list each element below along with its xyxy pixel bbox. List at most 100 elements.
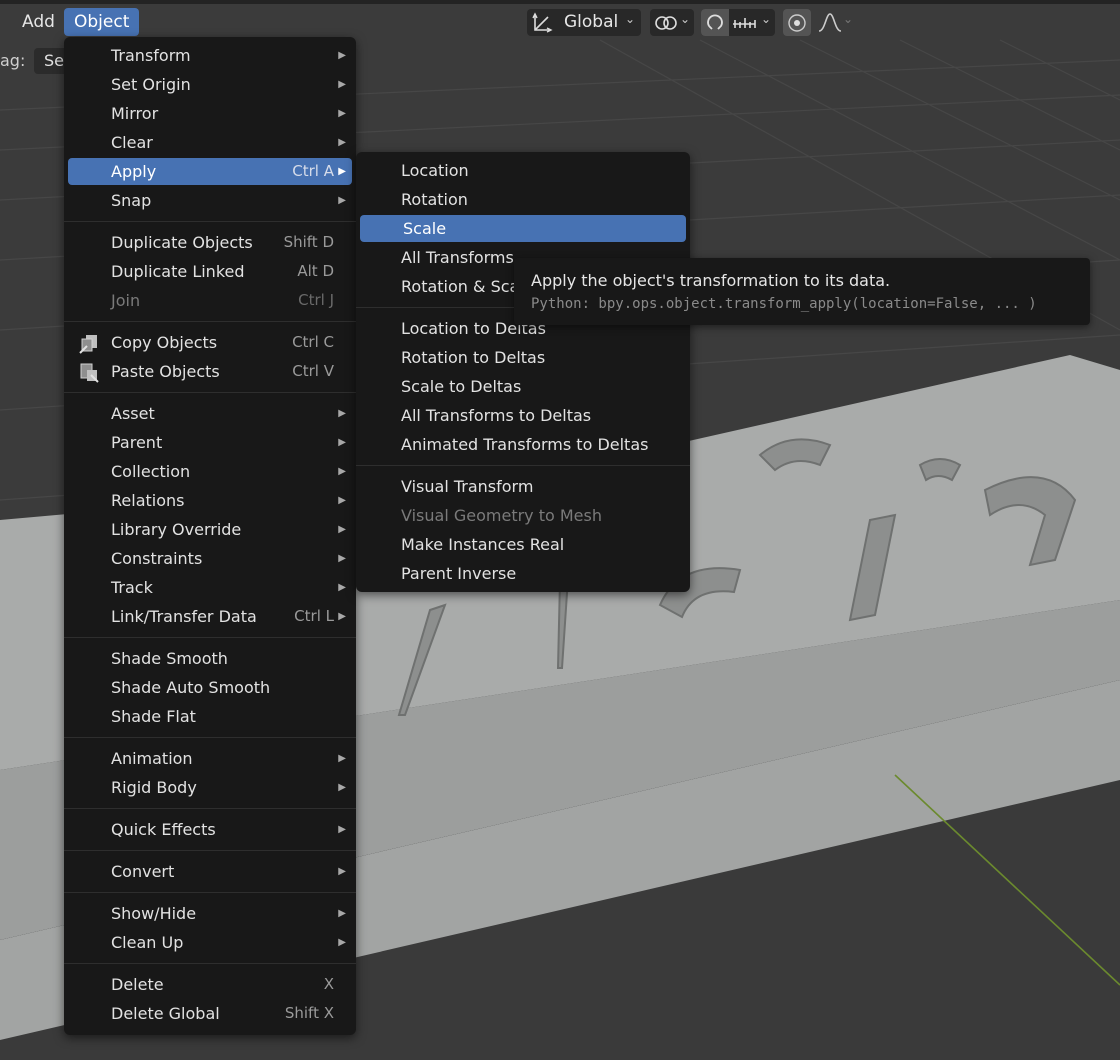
menu-separator	[64, 808, 356, 809]
submenu-arrow-icon: ▶	[338, 195, 346, 206]
menu-item-constraints[interactable]: Constraints ▶	[64, 544, 356, 573]
shortcut-label: Ctrl V	[292, 362, 334, 380]
menu-item-label: All Transforms	[401, 248, 514, 267]
menu-item-label: Rotation to Deltas	[401, 348, 546, 367]
menu-item-duplicate-objects[interactable]: Duplicate Objects Shift D	[64, 228, 356, 257]
apply-item-scale[interactable]: Scale	[360, 215, 686, 242]
snap-toggle[interactable]	[701, 9, 729, 36]
menu-item-label: Apply	[111, 162, 157, 181]
falloff-curve-icon[interactable]	[817, 11, 843, 35]
menu-add[interactable]: Add	[22, 8, 55, 36]
menu-item-label: Duplicate Objects	[111, 233, 253, 252]
menu-item-shade-auto-smooth[interactable]: Shade Auto Smooth	[64, 673, 356, 702]
tooltip: Apply the object's transformation to its…	[514, 258, 1090, 325]
chevron-down-icon: ⌄	[843, 12, 854, 26]
tooltip-description: Apply the object's transformation to its…	[531, 271, 891, 290]
menu-item-label: Visual Transform	[401, 477, 534, 496]
snap-increment-icon[interactable]	[731, 12, 757, 34]
apply-item-location[interactable]: Location	[356, 156, 690, 185]
menu-item-convert[interactable]: Convert ▶	[64, 857, 356, 886]
menu-item-label: Show/Hide	[111, 904, 197, 923]
menu-item-relations[interactable]: Relations ▶	[64, 486, 356, 515]
chevron-down-icon: ⌄	[761, 12, 772, 26]
select-mode-label: Se	[44, 51, 64, 70]
menu-item-label: Track	[111, 578, 153, 597]
menu-item-apply[interactable]: Apply Ctrl A ▶	[68, 158, 352, 185]
menu-item-label: Location	[401, 161, 469, 180]
menu-item-clean-up[interactable]: Clean Up ▶	[64, 928, 356, 957]
submenu-arrow-icon: ▶	[338, 866, 346, 877]
menu-item-label: All Transforms to Deltas	[401, 406, 592, 425]
shortcut-label: Ctrl C	[292, 333, 334, 351]
apply-item-parent-inverse[interactable]: Parent Inverse	[356, 559, 690, 588]
menu-separator	[64, 392, 356, 393]
menu-item-mirror[interactable]: Mirror ▶	[64, 99, 356, 128]
submenu-arrow-icon: ▶	[338, 582, 346, 593]
menu-item-set-origin[interactable]: Set Origin ▶	[64, 70, 356, 99]
menu-item-transform[interactable]: Transform ▶	[64, 41, 356, 70]
menu-item-label: Scale	[403, 219, 447, 238]
menu-item-label: Parent	[111, 433, 163, 452]
menu-item-clear[interactable]: Clear ▶	[64, 128, 356, 157]
shortcut-label: Ctrl A	[292, 162, 334, 180]
shortcut-label: Shift D	[283, 233, 334, 251]
shortcut-label: X	[323, 975, 334, 993]
menu-separator	[64, 737, 356, 738]
menu-item-label: Parent Inverse	[401, 564, 517, 583]
apply-item-all-transforms-to-deltas[interactable]: All Transforms to Deltas	[356, 401, 690, 430]
menu-item-quick-effects[interactable]: Quick Effects ▶	[64, 815, 356, 844]
menu-item-shade-flat[interactable]: Shade Flat	[64, 702, 356, 731]
apply-item-visual-transform[interactable]: Visual Transform	[356, 472, 690, 501]
menu-object[interactable]: Object	[64, 8, 140, 36]
submenu-arrow-icon: ▶	[338, 553, 346, 564]
menu-item-collection[interactable]: Collection ▶	[64, 457, 356, 486]
proportional-edit-toggle[interactable]	[783, 9, 811, 36]
menu-item-library-override[interactable]: Library Override ▶	[64, 515, 356, 544]
submenu-arrow-icon: ▶	[338, 79, 346, 90]
menu-item-label: Shade Auto Smooth	[111, 678, 271, 697]
submenu-arrow-icon: ▶	[338, 408, 346, 419]
menu-item-delete-global[interactable]: Delete Global Shift X	[64, 999, 356, 1028]
submenu-arrow-icon: ▶	[338, 824, 346, 835]
apply-item-animated-transforms-to-deltas[interactable]: Animated Transforms to Deltas	[356, 430, 690, 459]
chevron-down-icon: ⌄	[680, 12, 691, 26]
menu-item-label: Scale to Deltas	[401, 377, 522, 396]
select-mode-dropdown[interactable]: Se	[34, 48, 68, 74]
menu-item-label: Delete Global	[111, 1004, 220, 1023]
menu-item-animation[interactable]: Animation ▶	[64, 744, 356, 773]
menu-item-shade-smooth[interactable]: Shade Smooth	[64, 644, 356, 673]
menu-item-snap[interactable]: Snap ▶	[64, 186, 356, 215]
menu-item-parent[interactable]: Parent ▶	[64, 428, 356, 457]
apply-item-rotation-to-deltas[interactable]: Rotation to Deltas	[356, 343, 690, 372]
menu-separator	[64, 892, 356, 893]
menu-item-label: Rotation	[401, 190, 468, 209]
apply-submenu: Location Rotation Scale All Transforms Rotat…	[356, 152, 690, 592]
apply-item-make-instances-real[interactable]: Make Instances Real	[356, 530, 690, 559]
menu-item-asset[interactable]: Asset ▶	[64, 399, 356, 428]
submenu-arrow-icon: ▶	[338, 437, 346, 448]
menu-separator	[64, 637, 356, 638]
menu-item-copy-objects[interactable]: Copy Objects Ctrl C	[64, 328, 356, 357]
menu-item-paste-objects[interactable]: Paste Objects Ctrl V	[64, 357, 356, 386]
apply-item-rotation[interactable]: Rotation	[356, 185, 690, 214]
menu-item-track[interactable]: Track ▶	[64, 573, 356, 602]
submenu-arrow-icon: ▶	[338, 495, 346, 506]
shortcut-label: Ctrl J	[298, 291, 334, 309]
menu-item-label: Library Override	[111, 520, 242, 539]
orientation-dropdown[interactable]: Global ⌄	[527, 9, 641, 36]
menu-item-label: Quick Effects	[111, 820, 216, 839]
menu-item-delete[interactable]: Delete X	[64, 970, 356, 999]
menu-item-label: Duplicate Linked	[111, 262, 245, 281]
magnet-icon	[707, 14, 723, 30]
menu-item-link-transfer-data[interactable]: Link/Transfer Data Ctrl L ▶	[64, 602, 356, 631]
menu-item-label: Mirror	[111, 104, 159, 123]
apply-item-scale-to-deltas[interactable]: Scale to Deltas	[356, 372, 690, 401]
menu-item-label: Delete	[111, 975, 164, 994]
menu-item-show-hide[interactable]: Show/Hide ▶	[64, 899, 356, 928]
menu-item-duplicate-linked[interactable]: Duplicate Linked Alt D	[64, 257, 356, 286]
pivot-dropdown[interactable]: ⌄	[650, 9, 694, 36]
menu-item-rigid-body[interactable]: Rigid Body ▶	[64, 773, 356, 802]
proportional-edit-icon	[788, 14, 806, 32]
submenu-arrow-icon: ▶	[338, 166, 346, 177]
menu-item-label: Clear	[111, 133, 153, 152]
